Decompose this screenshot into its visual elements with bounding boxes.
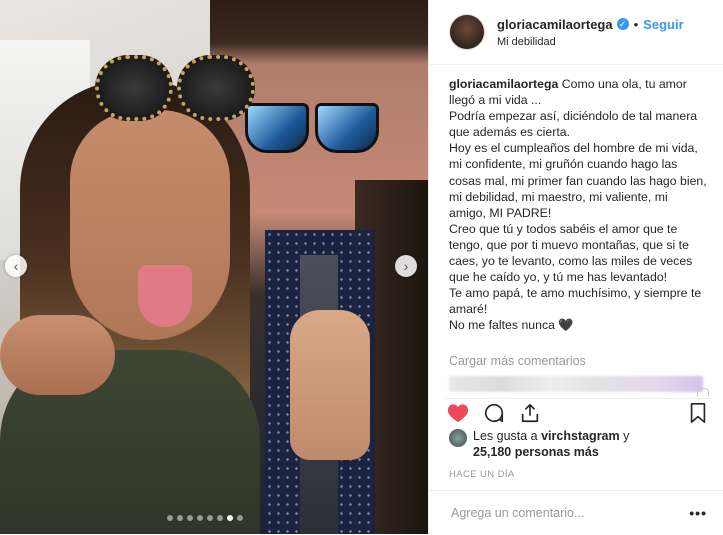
username-link[interactable]: gloriacamilaortega xyxy=(497,17,613,32)
carousel-dots xyxy=(167,515,243,521)
tongue xyxy=(138,265,192,327)
carousel-next-button[interactable]: › xyxy=(395,255,417,277)
carousel-dot xyxy=(197,515,203,521)
more-options-icon[interactable]: ••• xyxy=(689,505,707,521)
action-bar xyxy=(445,398,711,427)
carousel-dot xyxy=(167,515,173,521)
scrollbar[interactable] xyxy=(697,388,709,397)
caption-line-5: Te amo papá, te amo muchísimo, y siempre… xyxy=(449,286,702,317)
liker-avatar xyxy=(449,429,467,447)
likes-prefix: Les gusta a xyxy=(473,429,542,443)
post-timestamp[interactable]: HACE UN DÍA xyxy=(449,469,515,480)
location-link[interactable]: Mi debilidad xyxy=(497,36,684,48)
carousel-dot xyxy=(217,515,223,521)
carousel-dot xyxy=(187,515,193,521)
comment-bar: ••• xyxy=(429,490,723,535)
peace-sign-hand xyxy=(290,310,370,460)
mirrored-sunglasses xyxy=(245,103,379,153)
load-more-comments-link[interactable]: Cargar más comentarios xyxy=(429,348,723,368)
caption-line-2: Podría empezar así, diciéndolo de tal ma… xyxy=(449,109,698,140)
likes-count-link[interactable]: 25,180 personas más xyxy=(473,445,599,459)
caption-line-6: No me faltes nunca 🖤 xyxy=(449,318,574,333)
post-photo[interactable]: ‹ › xyxy=(0,0,428,534)
comment-input[interactable] xyxy=(449,505,690,521)
instagram-post: ‹ › gloriacamilaortega ✓ • Seguir Mi deb… xyxy=(0,0,723,534)
hand-on-shoulder xyxy=(0,315,115,395)
post-sidebar: gloriacamilaortega ✓ • Seguir Mi debilid… xyxy=(428,0,723,534)
comment-icon[interactable] xyxy=(481,400,507,426)
avatar[interactable] xyxy=(449,14,485,50)
verified-badge-icon: ✓ xyxy=(616,18,629,30)
bookmark-icon[interactable] xyxy=(685,400,711,426)
carousel-dot xyxy=(207,515,213,521)
carousel-dot xyxy=(237,515,243,521)
follow-button[interactable]: Seguir xyxy=(643,17,683,32)
header-text: gloriacamilaortega ✓ • Seguir Mi debilid… xyxy=(497,17,684,48)
likes-mid: y xyxy=(619,429,630,443)
post-header: gloriacamilaortega ✓ • Seguir Mi debilid… xyxy=(429,0,723,65)
sunglasses-on-head xyxy=(95,55,255,121)
separator-dot: • xyxy=(633,16,639,32)
liker-username-link[interactable]: virchstagram xyxy=(541,429,620,443)
caption-username-link[interactable]: gloriacamilaortega xyxy=(449,77,558,91)
carousel-dot xyxy=(227,515,233,521)
carousel-dot xyxy=(177,515,183,521)
caption-line-3: Hoy es el cumpleaños del hombre de mi vi… xyxy=(449,141,707,220)
heart-icon[interactable] xyxy=(445,400,471,426)
share-icon[interactable] xyxy=(517,400,543,426)
carousel-prev-button[interactable]: ‹ xyxy=(5,255,27,277)
caption-line-4: Creo que tú y todos sabéis el amor que t… xyxy=(449,221,693,285)
post-caption: gloriacamilaortega Como una ola, tu amor… xyxy=(429,65,723,348)
blurred-comment xyxy=(449,376,703,392)
likes-summary: Les gusta a virchstagram y 25,180 person… xyxy=(449,428,629,460)
